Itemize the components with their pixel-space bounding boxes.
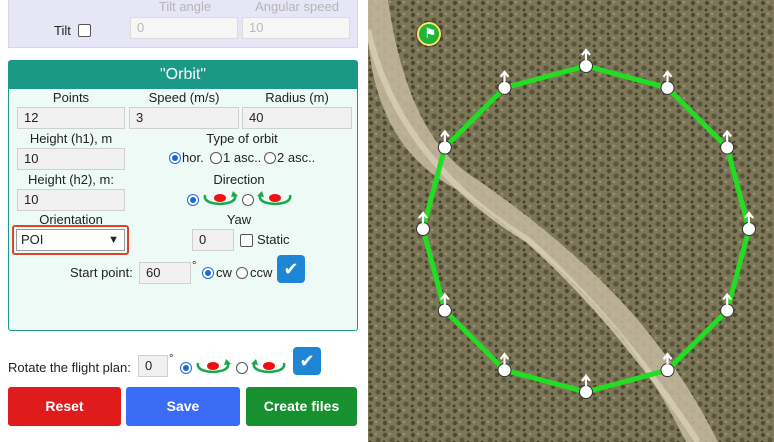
heading-arrow-icon (439, 129, 450, 142)
orbit-type-2asc-label: 2 asc.. (277, 150, 316, 165)
waypoint-marker[interactable] (497, 352, 512, 378)
flight-path-line (420, 63, 752, 395)
heading-arrow-icon (499, 352, 510, 365)
waypoint-marker[interactable] (720, 129, 735, 155)
speed-label: Speed (m/s) (148, 90, 220, 105)
reset-button[interactable]: Reset (8, 387, 121, 426)
start-cw-radio[interactable] (202, 267, 214, 279)
h1-input[interactable]: 10 (17, 148, 125, 170)
h1-label: Height (h1), m (29, 131, 113, 146)
heading-arrow-icon (581, 374, 591, 386)
tilt-angle-input[interactable]: 0 (130, 17, 238, 39)
angular-speed-label: Angular speed (255, 0, 339, 14)
checkmark-icon: ✔ (283, 259, 299, 279)
orientation-value: POI (21, 232, 44, 247)
heading-arrow-icon (581, 48, 591, 60)
rotate-cw-icon (196, 359, 231, 374)
orbit-type-1asc-label: 1 asc.. (223, 150, 262, 165)
waypoint-marker[interactable] (579, 48, 593, 73)
waypoint-marker[interactable] (579, 374, 593, 399)
waypoint-marker[interactable] (660, 352, 675, 378)
points-label: Points (52, 90, 90, 105)
tilt-checkbox[interactable] (78, 24, 91, 37)
static-checkbox[interactable] (240, 234, 253, 247)
yaw-label: Yaw (226, 212, 252, 227)
h2-input[interactable]: 10 (17, 189, 125, 211)
start-point-label: Start point: (70, 265, 133, 280)
radius-label: Radius (m) (265, 90, 329, 105)
orientation-select[interactable]: POI ▼ (16, 229, 125, 251)
start-point-degree: ° (192, 260, 197, 272)
settings-panel: Tilt angle Angular speed Tilt 0 10 "Orbi… (0, 0, 368, 442)
start-ccw-radio[interactable] (236, 267, 248, 279)
flag-icon: ⚑ (424, 25, 437, 41)
orbit-section: "Orbit" Points Speed (m/s) Radius (m) 12… (8, 60, 358, 331)
radius-input[interactable]: 40 (242, 107, 352, 129)
angular-speed-input[interactable]: 10 (242, 17, 350, 39)
orbit-type-1asc-radio[interactable] (210, 152, 222, 164)
rotate-label: Rotate the flight plan: (8, 360, 131, 375)
create-files-button[interactable]: Create files (246, 387, 357, 426)
direction-ccw-radio[interactable] (242, 194, 254, 206)
orbit-type-hor-label: hor. (182, 150, 204, 165)
tilt-section: Tilt angle Angular speed Tilt 0 10 (8, 0, 358, 48)
orbit-title: "Orbit" (9, 61, 357, 89)
tilt-label: Tilt (54, 23, 71, 38)
static-label: Static (257, 232, 290, 247)
heading-arrow-icon (662, 352, 673, 365)
save-button[interactable]: Save (126, 387, 240, 426)
orbit-confirm-button[interactable]: ✔ (277, 255, 305, 283)
h2-label: Height (h2), m: (28, 172, 114, 187)
start-point-input[interactable]: 60 (139, 262, 191, 284)
tilt-angle-label: Tilt angle (158, 0, 212, 14)
direction-label: Direction (213, 172, 265, 187)
rotate-cw-radio[interactable] (180, 362, 192, 374)
heading-arrow-icon (662, 70, 673, 82)
start-cw-label: cw (216, 265, 232, 280)
start-ccw-label: ccw (250, 265, 273, 280)
map-view[interactable]: ⚑ (368, 0, 774, 442)
rotate-confirm-button[interactable]: ✔ (293, 347, 321, 375)
yaw-input[interactable]: 0 (192, 229, 234, 251)
rotate-input[interactable]: 0 (138, 355, 168, 377)
waypoint-marker[interactable] (660, 70, 675, 95)
orbit-type-2asc-radio[interactable] (264, 152, 276, 164)
direction-ccw-icon (257, 191, 292, 206)
speed-input[interactable]: 3 (129, 107, 239, 129)
chevron-down-icon: ▼ (108, 234, 119, 246)
direction-cw-icon (203, 191, 238, 206)
checkmark-icon: ✔ (299, 351, 315, 371)
waypoint-marker[interactable] (497, 70, 512, 95)
rotate-ccw-radio[interactable] (236, 362, 248, 374)
rotate-ccw-icon (251, 359, 286, 374)
app-root: Tilt angle Angular speed Tilt 0 10 "Orbi… (0, 0, 774, 442)
points-input[interactable]: 12 (17, 107, 125, 129)
waypoint-marker[interactable] (437, 129, 452, 155)
orbit-type-label: Type of orbit (206, 131, 278, 146)
heading-arrow-icon (499, 70, 510, 82)
rotate-degree: ° (169, 353, 174, 365)
home-marker[interactable]: ⚑ (417, 22, 441, 46)
direction-cw-radio[interactable] (187, 194, 199, 206)
orbit-type-hor-radio[interactable] (169, 152, 181, 164)
flight-path (416, 48, 756, 399)
heading-arrow-icon (722, 129, 733, 142)
